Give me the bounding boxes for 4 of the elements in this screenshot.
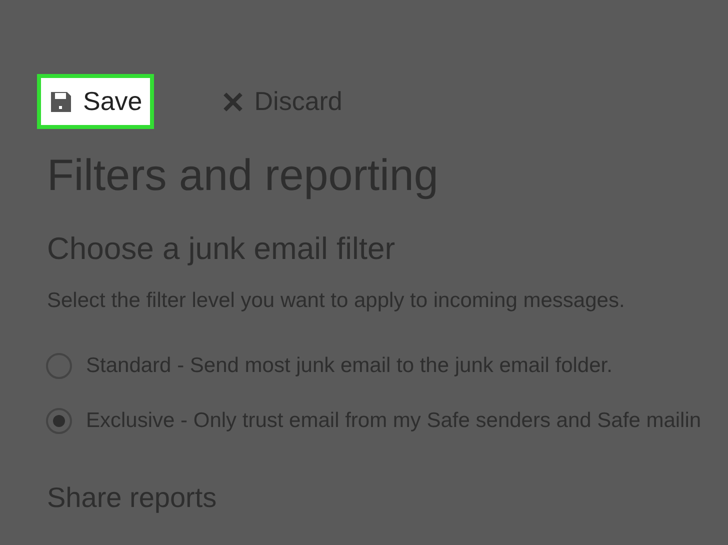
radio-button[interactable] bbox=[46, 408, 72, 434]
save-button[interactable]: Save bbox=[37, 74, 154, 129]
save-icon bbox=[49, 90, 73, 114]
close-icon bbox=[222, 90, 244, 112]
